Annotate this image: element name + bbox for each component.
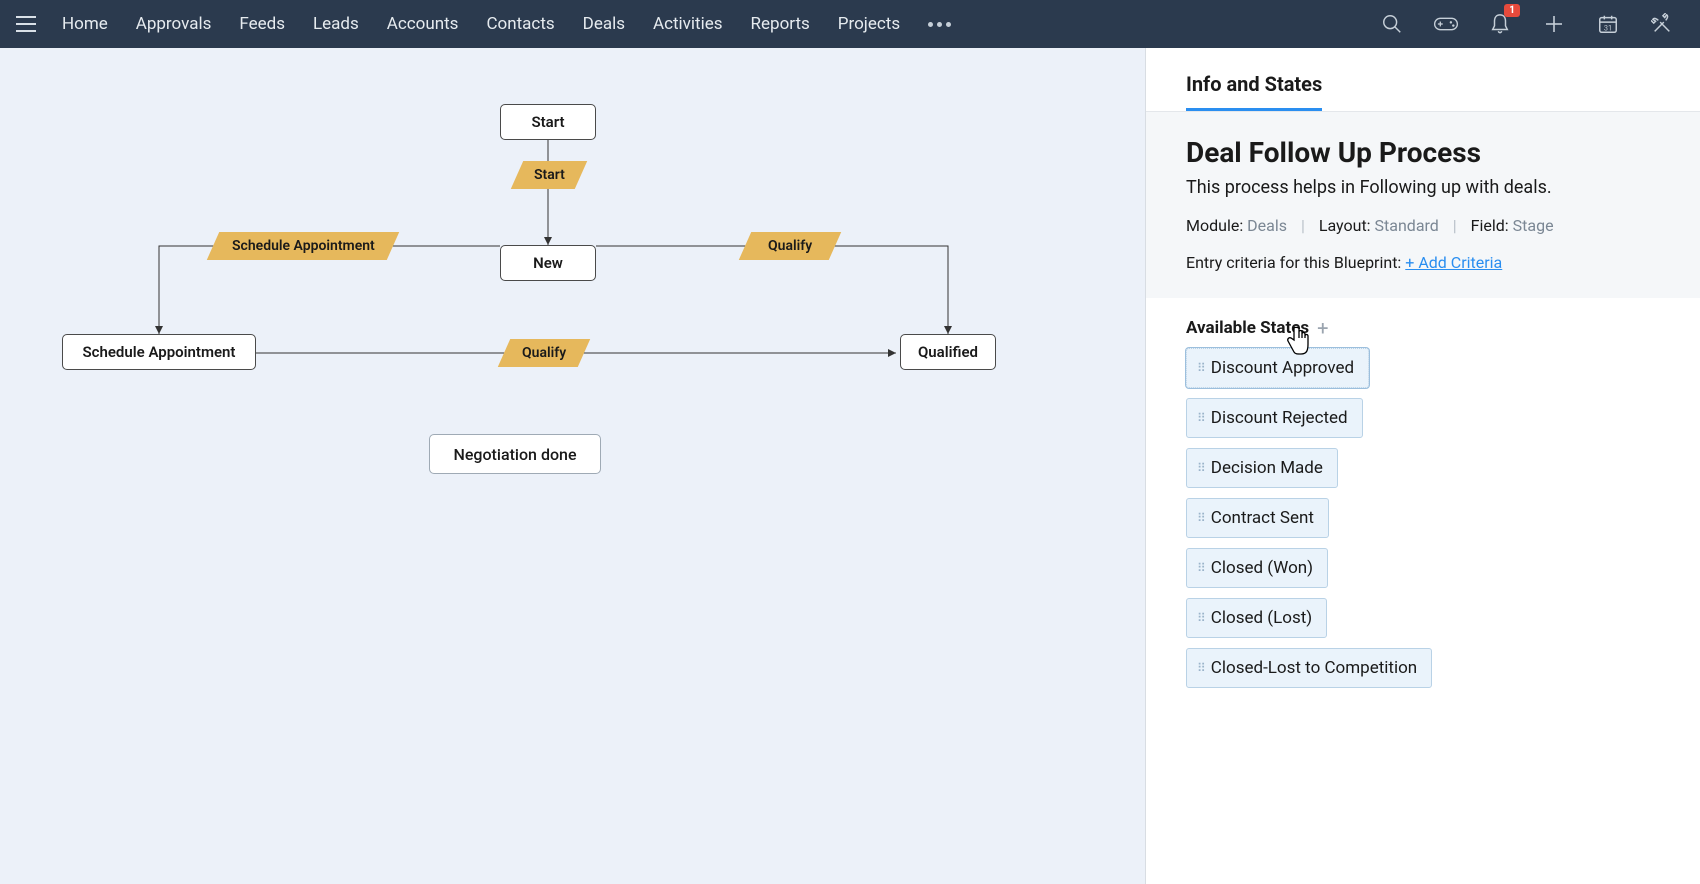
state-chip-decision-made[interactable]: ⠿Decision Made <box>1186 448 1338 488</box>
available-states-list: ⠿Discount Approved ⠿Discount Rejected ⠿D… <box>1186 348 1660 688</box>
tools-icon[interactable] <box>1648 10 1676 38</box>
nav-item-accounts[interactable]: Accounts <box>387 14 459 34</box>
state-chip-discount-rejected[interactable]: ⠿Discount Rejected <box>1186 398 1363 438</box>
entry-criteria-row: Entry criteria for this Blueprint: + Add… <box>1186 253 1660 272</box>
drag-handle-icon[interactable]: ⠿ <box>1197 411 1205 425</box>
nav-item-reports[interactable]: Reports <box>751 14 810 34</box>
drag-handle-icon[interactable]: ⠿ <box>1197 561 1205 575</box>
state-negotiation-done[interactable]: Negotiation done <box>429 434 601 474</box>
drag-handle-icon[interactable]: ⠿ <box>1197 461 1205 475</box>
nav-right: 1 31 <box>1378 10 1688 38</box>
state-schedule-appointment[interactable]: Schedule Appointment <box>62 334 256 370</box>
state-new[interactable]: New <box>500 245 596 281</box>
sidebar: Info and States Deal Follow Up Process T… <box>1145 48 1700 884</box>
notification-bell-icon[interactable]: 1 <box>1486 10 1514 38</box>
state-qualified[interactable]: Qualified <box>900 334 996 370</box>
nav-more-icon[interactable] <box>928 22 951 27</box>
nav-item-contacts[interactable]: Contacts <box>486 14 554 34</box>
state-chip-closed-won[interactable]: ⠿Closed (Won) <box>1186 548 1328 588</box>
gamepad-icon[interactable] <box>1432 10 1460 38</box>
process-title: Deal Follow Up Process <box>1186 136 1660 169</box>
available-states-heading: Available States + <box>1186 318 1660 338</box>
nav-item-activities[interactable]: Activities <box>653 14 723 34</box>
transition-start[interactable]: Start <box>511 161 587 189</box>
drag-handle-icon[interactable]: ⠿ <box>1197 361 1205 375</box>
transition-qualify-mid[interactable]: Qualify <box>498 339 590 367</box>
add-criteria-link[interactable]: + Add Criteria <box>1405 253 1502 272</box>
nav-item-approvals[interactable]: Approvals <box>136 14 212 34</box>
nav-items: Home Approvals Feeds Leads Accounts Cont… <box>62 14 900 34</box>
drag-handle-icon[interactable]: ⠿ <box>1197 611 1205 625</box>
nav-item-projects[interactable]: Projects <box>838 14 900 34</box>
process-description: This process helps in Following up with … <box>1186 177 1660 198</box>
process-meta: Module: Deals | Layout: Standard | Field… <box>1186 216 1660 235</box>
svg-text:31: 31 <box>1604 23 1612 32</box>
nav-item-leads[interactable]: Leads <box>313 14 359 34</box>
drag-handle-icon[interactable]: ⠿ <box>1197 661 1205 675</box>
state-chip-contract-sent[interactable]: ⠿Contract Sent <box>1186 498 1329 538</box>
transition-schedule-appointment[interactable]: Schedule Appointment <box>207 232 399 260</box>
state-chip-closed-lost-competition[interactable]: ⠿Closed-Lost to Competition <box>1186 648 1432 688</box>
nav-item-feeds[interactable]: Feeds <box>239 14 285 34</box>
state-chip-closed-lost[interactable]: ⠿Closed (Lost) <box>1186 598 1327 638</box>
nav-item-home[interactable]: Home <box>62 14 108 34</box>
hamburger-menu-icon[interactable] <box>12 10 40 38</box>
top-navbar: Home Approvals Feeds Leads Accounts Cont… <box>0 0 1700 48</box>
tab-info-and-states[interactable]: Info and States <box>1186 72 1322 111</box>
nav-item-deals[interactable]: Deals <box>583 14 625 34</box>
add-state-icon[interactable]: + <box>1317 318 1328 338</box>
calendar-icon[interactable]: 31 <box>1594 10 1622 38</box>
search-icon[interactable] <box>1378 10 1406 38</box>
state-start[interactable]: Start <box>500 104 596 140</box>
blueprint-canvas[interactable]: Start Start New Schedule Appointment Qua… <box>0 48 1145 884</box>
drag-handle-icon[interactable]: ⠿ <box>1197 511 1205 525</box>
notification-badge: 1 <box>1504 4 1520 17</box>
transition-qualify[interactable]: Qualify <box>739 232 841 260</box>
plus-icon[interactable] <box>1540 10 1568 38</box>
state-chip-discount-approved[interactable]: ⠿Discount Approved <box>1186 348 1369 388</box>
